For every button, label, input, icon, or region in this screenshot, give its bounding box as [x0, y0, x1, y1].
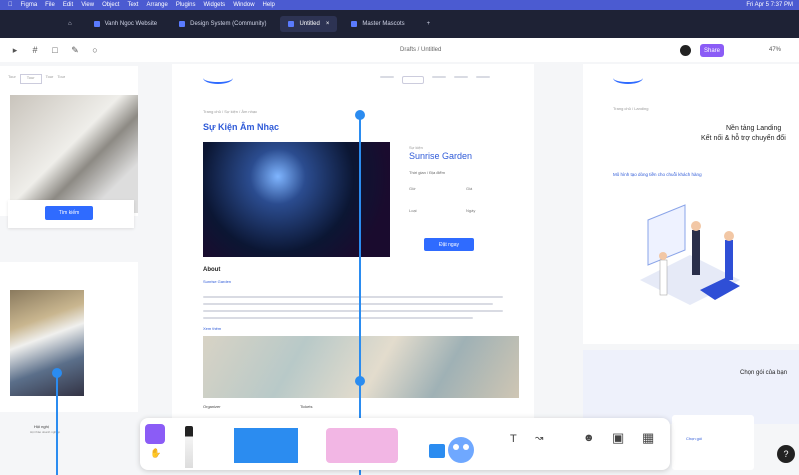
color-swatch-blue[interactable] — [234, 428, 298, 463]
table-tool-icon[interactable]: ▦ — [642, 430, 654, 446]
interior-photo — [10, 95, 138, 213]
comment-tool-icon[interactable]: ○ — [90, 45, 100, 55]
menu-edit[interactable]: Edit — [63, 2, 73, 8]
nav-link[interactable] — [476, 76, 490, 78]
logo — [203, 72, 233, 84]
hero-headline: Nền tảng Landing — [726, 125, 782, 132]
paragraph-line — [203, 303, 493, 305]
nav-link[interactable] — [380, 76, 394, 78]
file-breadcrumb[interactable]: Drafts / Untitled — [400, 47, 441, 53]
nav-tab[interactable]: Tour — [8, 74, 16, 84]
menu-file[interactable]: File — [45, 2, 55, 8]
hand-tool-icon[interactable]: ✋ — [150, 448, 161, 459]
menu-object[interactable]: Object — [102, 2, 119, 8]
menu-plugins[interactable]: Plugins — [176, 2, 196, 8]
menu-figma[interactable]: Figma — [21, 2, 38, 8]
tab-master-mascots[interactable]: Master Mascots — [343, 16, 412, 32]
page-title: Sự Kiện Âm Nhạc — [203, 122, 280, 132]
macos-menu-bar:  Figma File Edit View Object Text Arran… — [0, 0, 799, 10]
stickers-icon[interactable] — [423, 430, 475, 465]
frame-tool-icon[interactable]: # — [30, 45, 40, 55]
person-icon[interactable]: ☻ — [583, 432, 595, 444]
book-now-button[interactable]: Đặt ngay — [424, 238, 474, 251]
isometric-illustration — [630, 200, 750, 325]
menubar-clock: Fri Apr 5 7:37 PM — [746, 2, 793, 8]
bottom-draw-toolbar — [140, 418, 670, 470]
paragraph-line — [203, 317, 473, 319]
nav-tab[interactable]: Tour — [19, 74, 42, 84]
close-icon[interactable]: × — [326, 21, 330, 27]
menu-widgets[interactable]: Widgets — [204, 2, 226, 8]
tab-untitled[interactable]: Untitled × — [280, 16, 338, 32]
detail-row: Ngày — [466, 208, 476, 213]
zoom-level[interactable]: 47% — [769, 47, 781, 53]
read-more-link[interactable]: Xem thêm — [203, 326, 221, 331]
left-nav-tabs: Tour Tour Tour Tour — [8, 74, 98, 84]
menu-help[interactable]: Help — [263, 2, 275, 8]
shape-tool-icon[interactable]: □ — [50, 45, 60, 55]
photo-caption: Hội nghị — [34, 424, 49, 429]
pricing-button[interactable]: Chọn gói — [686, 436, 702, 441]
tab-vanh-ngoc-website[interactable]: Vanh Ngoc Website — [86, 16, 165, 32]
menu-window[interactable]: Window — [233, 2, 254, 8]
footer-label-organizer: Organizer — [203, 404, 221, 409]
file-icon — [288, 21, 295, 27]
nav-link-active[interactable] — [402, 76, 424, 84]
event-meta: Thời gian / Địa điểm — [409, 170, 445, 175]
share-button[interactable]: Share — [700, 44, 724, 57]
file-icon — [351, 21, 358, 27]
top-nav — [380, 76, 500, 84]
pricing-section — [583, 350, 799, 424]
menu-text[interactable]: Text — [127, 2, 138, 8]
nav-tab[interactable]: Tour — [57, 74, 65, 84]
paragraph-line — [203, 310, 503, 312]
hero-subheadline: Kết nối & hỗ trợ chuyển đổi — [701, 135, 786, 142]
selection-handle[interactable] — [52, 368, 62, 378]
apple-icon[interactable]:  — [8, 2, 13, 8]
cursor-tool-button[interactable] — [145, 424, 165, 444]
search-button[interactable]: Tìm kiếm — [45, 206, 93, 220]
figma-tab-bar: ⌂ Vanh Ngoc Website Design System (Commu… — [0, 10, 799, 38]
color-swatch-pink[interactable] — [326, 428, 398, 463]
nav-link[interactable] — [432, 76, 446, 78]
selection-handle[interactable] — [355, 376, 365, 386]
footer-label-tickets: Tickets — [300, 404, 313, 409]
venue-map — [203, 336, 519, 398]
pen-tool-icon[interactable]: ✎ — [70, 45, 80, 55]
menu-view[interactable]: View — [81, 2, 94, 8]
pricing-card — [672, 415, 754, 470]
section-tool-icon[interactable]: ▣ — [612, 430, 624, 446]
about-heading: About — [203, 267, 221, 273]
detail-row: Loại — [409, 208, 417, 213]
concert-photo — [203, 142, 390, 257]
move-tool-icon[interactable]: ▸ — [10, 45, 20, 55]
detail-row: Giờ — [409, 186, 416, 191]
file-icon — [93, 21, 100, 27]
marker-icon[interactable] — [185, 426, 193, 468]
new-tab-button[interactable]: + — [419, 16, 439, 32]
home-tab[interactable]: ⌂ — [60, 16, 80, 32]
event-label: Sự kiện — [409, 145, 423, 150]
connector-tool-icon[interactable]: ↝ — [535, 433, 543, 444]
breadcrumb: Trang chủ / Landing — [613, 106, 649, 111]
selection-guide-line — [56, 370, 58, 475]
tab-design-system[interactable]: Design System (Community) — [171, 16, 274, 32]
nav-link[interactable] — [454, 76, 468, 78]
help-button[interactable]: ? — [777, 445, 795, 463]
menu-arrange[interactable]: Arrange — [146, 2, 167, 8]
paragraph-line — [203, 296, 503, 298]
logo — [613, 72, 643, 84]
avatar[interactable] — [680, 45, 691, 56]
breadcrumb: Trang chủ / Sự kiện / Âm nhạc — [203, 109, 258, 114]
event-name: Sunrise Garden — [409, 151, 473, 161]
pricing-heading: Chọn gói của bạn — [740, 370, 788, 376]
file-icon — [179, 21, 186, 27]
conference-photo — [10, 290, 84, 396]
text-tool-icon[interactable]: T — [510, 433, 517, 445]
nav-tab[interactable]: Tour — [46, 74, 54, 84]
section-subhead: Mô hình tạo dòng tiền cho chuỗi khách hà… — [613, 172, 702, 177]
selection-handle[interactable] — [355, 110, 365, 120]
about-subheading: Sunrise Garden — [203, 279, 232, 284]
detail-row: Giá — [466, 186, 473, 191]
